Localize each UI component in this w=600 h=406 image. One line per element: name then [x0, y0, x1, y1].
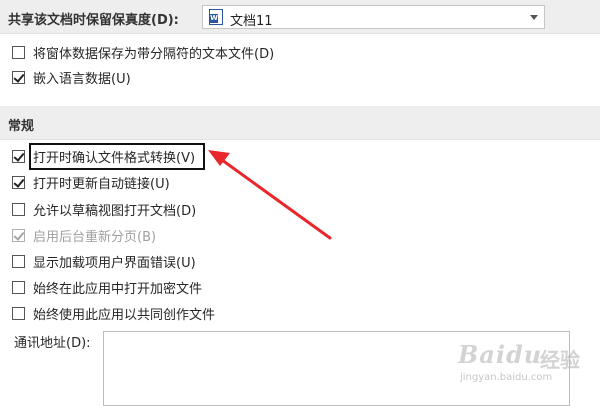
watermark-text: 经验: [540, 348, 580, 372]
baidu-jingyan-watermark: Baidu 经验 jingyan.baidu.com: [458, 338, 594, 388]
watermark-url: jingyan.baidu.com: [460, 372, 553, 383]
watermark-brand: Baidu: [458, 340, 543, 369]
